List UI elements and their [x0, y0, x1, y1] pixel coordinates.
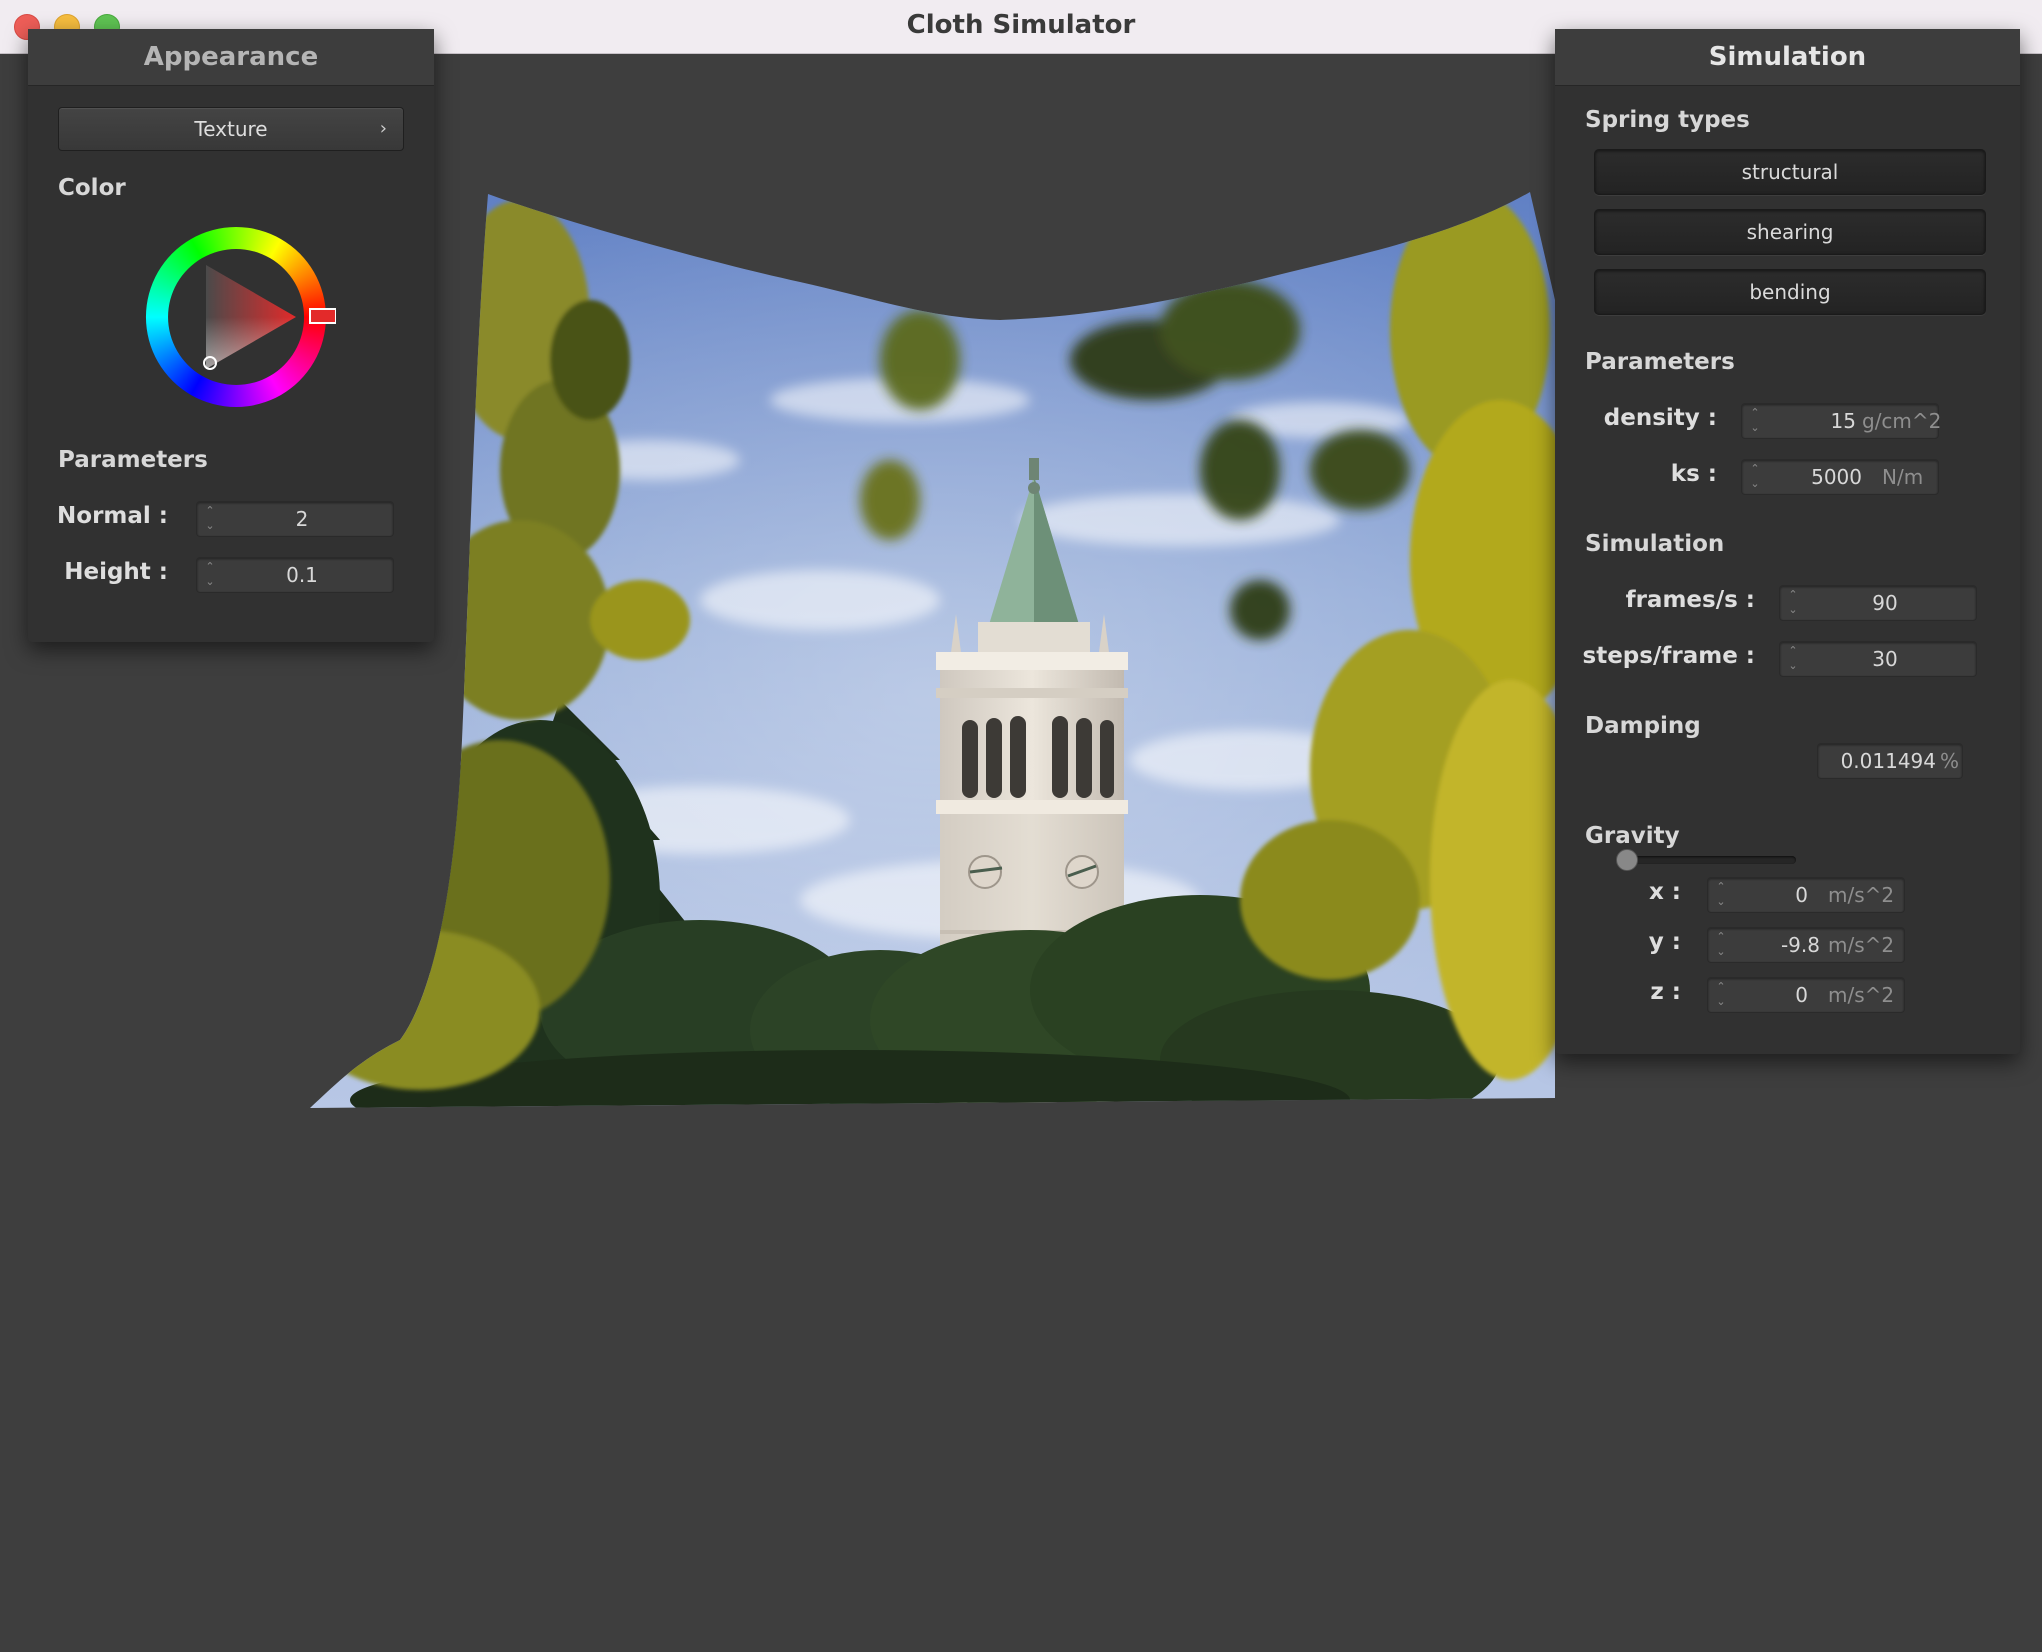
stepper-icon[interactable]: ⌃ ⌄ — [204, 559, 216, 589]
height-input[interactable]: ⌃ ⌄ 0.1 — [196, 557, 394, 593]
shearing-button[interactable]: shearing — [1594, 209, 1986, 255]
damping-slider-knob[interactable] — [1616, 849, 1638, 871]
chevron-right-icon: › — [379, 118, 387, 139]
simulation-panel: Simulation Spring types structural shear… — [1555, 29, 2020, 1054]
stepper-icon[interactable]: ⌃ ⌄ — [1715, 929, 1727, 959]
bending-button[interactable]: bending — [1594, 269, 1986, 315]
gravity-y-input[interactable]: ⌃ ⌄ -9.8 m/s^2 — [1707, 927, 1905, 963]
color-wheel[interactable] — [136, 217, 336, 417]
gravity-z-input[interactable]: ⌃ ⌄ 0 m/s^2 — [1707, 977, 1905, 1013]
damping-slider[interactable] — [1616, 849, 1796, 871]
stepper-icon[interactable]: ⌃ ⌄ — [1749, 461, 1761, 491]
appearance-panel-header[interactable]: Appearance — [28, 29, 434, 86]
damping-input[interactable]: 0.011494 % — [1817, 743, 1963, 779]
stepper-icon[interactable]: ⌃ ⌄ — [1715, 979, 1727, 1009]
stepper-icon[interactable]: ⌃ ⌄ — [1715, 879, 1727, 909]
gravity-z-label: z : — [1650, 979, 1681, 1005]
hue-selector-handle[interactable] — [309, 308, 336, 324]
gravity-y-label: y : — [1648, 929, 1681, 955]
ks-label: ks : — [1670, 461, 1717, 487]
normal-label: Normal : — [57, 503, 168, 529]
normal-input[interactable]: ⌃ ⌄ 2 — [196, 501, 394, 537]
structural-button[interactable]: structural — [1594, 149, 1986, 195]
density-input[interactable]: ⌃ ⌄ 15 g/cm^2 — [1741, 403, 1941, 439]
simulation-parameters-label: Parameters — [1585, 349, 1735, 375]
frames-per-second-label: frames/s : — [1625, 587, 1755, 613]
gravity-x-label: x : — [1648, 879, 1681, 905]
height-label: Height : — [64, 559, 168, 585]
stepper-icon[interactable]: ⌃ ⌄ — [1749, 405, 1761, 435]
appearance-parameters-label: Parameters — [58, 447, 208, 473]
simulation-panel-header[interactable]: Simulation — [1555, 29, 2020, 86]
steps-per-frame-label: steps/frame : — [1582, 643, 1755, 669]
steps-per-frame-input[interactable]: ⌃ ⌄ 30 — [1779, 641, 1977, 677]
stepper-icon[interactable]: ⌃ ⌄ — [1787, 587, 1799, 617]
texture-button-label: Texture — [194, 117, 268, 141]
gravity-label: Gravity — [1585, 823, 1680, 849]
simulation-section-label: Simulation — [1585, 531, 1725, 557]
gravity-x-input[interactable]: ⌃ ⌄ 0 m/s^2 — [1707, 877, 1905, 913]
stepper-icon[interactable]: ⌃ ⌄ — [1787, 643, 1799, 673]
damping-label: Damping — [1585, 713, 1701, 739]
frames-per-second-input[interactable]: ⌃ ⌄ 90 — [1779, 585, 1977, 621]
color-section-label: Color — [58, 175, 126, 201]
stepper-icon[interactable]: ⌃ ⌄ — [204, 503, 216, 533]
ks-input[interactable]: ⌃ ⌄ 5000 N/m — [1741, 459, 1939, 495]
appearance-panel: Appearance Texture › Color Parameters No… — [28, 29, 434, 642]
density-label: density : — [1603, 405, 1717, 431]
texture-button[interactable]: Texture › — [58, 107, 404, 151]
spring-types-label: Spring types — [1585, 107, 1750, 133]
